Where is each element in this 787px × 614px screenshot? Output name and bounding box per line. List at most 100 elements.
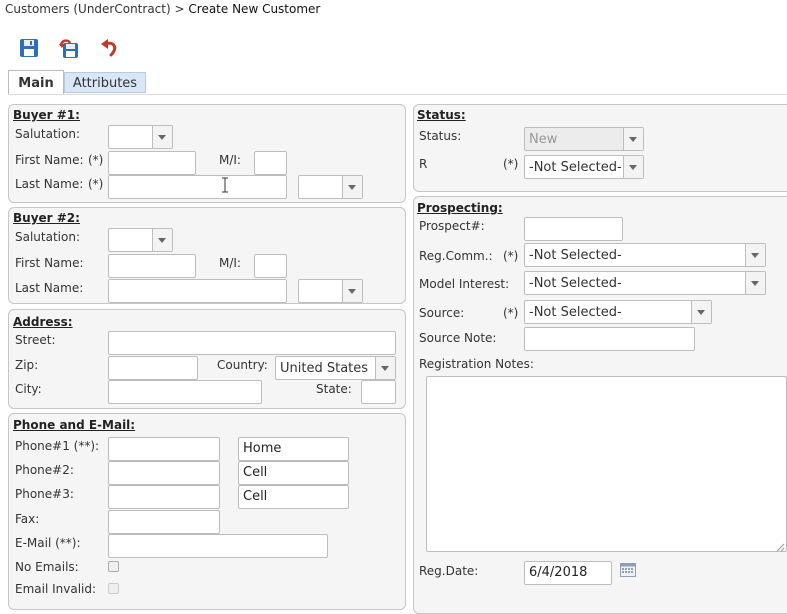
r-label: R (419, 157, 428, 171)
address-title: Address: (13, 315, 73, 329)
chevron-down-icon (745, 272, 765, 294)
reg-comm-label: Reg.Comm.: (419, 249, 493, 263)
save-close-icon (59, 39, 78, 58)
email-input[interactable] (108, 534, 328, 558)
email-invalid-label: Email Invalid: (15, 582, 97, 596)
zip-label: Zip: (15, 358, 39, 372)
breadcrumb-current: Create New Customer (188, 2, 321, 16)
buyer1-suffix-select[interactable] (298, 175, 363, 199)
chevron-down-icon (691, 301, 711, 323)
buyer1-last-name-input[interactable] (108, 175, 287, 199)
phone2-input[interactable] (108, 461, 220, 485)
phone-email-title: Phone and E-Mail: (13, 418, 136, 432)
phone3-label: Phone#3: (15, 487, 74, 501)
status-title: Status: (417, 108, 466, 122)
source-note-label: Source Note: (419, 331, 497, 345)
reg-date-label: Reg.Date: (419, 564, 479, 578)
tab-main[interactable]: Main (8, 70, 64, 94)
save-icon (20, 39, 38, 57)
buyer1-last-name-required: (*) (88, 177, 104, 191)
model-interest-value: -Not Selected- (529, 276, 622, 291)
buyer2-mi-input[interactable] (254, 254, 287, 278)
no-emails-checkbox[interactable] (108, 561, 119, 572)
breadcrumb: Customers (UnderContract) > Create New C… (5, 2, 320, 16)
buyer1-mi-label: M/I: (219, 153, 241, 167)
breadcrumb-separator: > (174, 2, 185, 16)
buyer1-salutation-select[interactable] (108, 125, 173, 149)
buyer2-first-name-input[interactable] (108, 254, 196, 278)
buyer1-first-name-label: First Name: (15, 153, 84, 167)
prospecting-title: Prospecting: (417, 201, 503, 215)
undo-button[interactable] (99, 37, 121, 59)
text-cursor-icon (221, 177, 229, 193)
reg-comm-select[interactable]: -Not Selected- (524, 243, 766, 267)
save-button[interactable] (18, 37, 40, 59)
status-select: New (524, 127, 644, 151)
street-label: Street: (15, 333, 56, 347)
email-label: E-Mail (**): (15, 536, 81, 550)
r-select[interactable]: -Not Selected- (524, 155, 644, 179)
buyer2-last-name-label: Last Name: (15, 281, 84, 295)
registration-notes-textarea[interactable] (426, 376, 787, 552)
phone2-type-input[interactable]: Cell (238, 461, 349, 485)
resize-handle-icon[interactable] (776, 541, 785, 552)
save-close-button[interactable] (58, 37, 80, 59)
model-interest-select[interactable]: -Not Selected- (524, 271, 766, 295)
street-input[interactable] (108, 331, 396, 355)
buyer1-mi-input[interactable] (254, 151, 287, 175)
buyer1-salutation-label: Salutation: (15, 127, 80, 141)
status-value: New (529, 132, 558, 147)
reg-comm-value: -Not Selected- (529, 248, 622, 263)
city-label: City: (15, 382, 42, 396)
city-input[interactable] (108, 380, 262, 404)
state-label: State: (316, 382, 352, 396)
model-interest-label: Model Interest: (419, 277, 510, 291)
phone1-label: Phone#1 (**): (15, 439, 100, 453)
phone3-type-input[interactable]: Cell (238, 485, 349, 509)
reg-date-input[interactable]: 6/4/2018 (524, 561, 612, 585)
source-label: Source: (419, 306, 465, 320)
tab-attributes[interactable]: Attributes (64, 72, 146, 93)
prospect-number-label: Prospect#: (419, 219, 485, 233)
buyer1-last-name-label: Last Name: (15, 177, 84, 191)
prospect-number-input[interactable] (524, 217, 623, 241)
source-note-input[interactable] (524, 327, 695, 351)
chevron-down-icon (745, 244, 765, 266)
chevron-down-icon (623, 156, 643, 178)
state-input[interactable] (361, 380, 396, 404)
buyer2-mi-label: M/I: (219, 256, 241, 270)
chevron-down-icon (623, 128, 643, 150)
phone2-label: Phone#2: (15, 463, 74, 477)
buyer2-salutation-select[interactable] (108, 228, 173, 252)
registration-notes-label: Registration Notes: (419, 357, 534, 371)
chevron-down-icon (152, 126, 172, 148)
source-value: -Not Selected- (529, 305, 622, 320)
chevron-down-icon (152, 229, 172, 251)
buyer1-first-name-required: (*) (88, 153, 104, 167)
no-emails-label: No Emails: (15, 560, 79, 574)
buyer2-salutation-label: Salutation: (15, 230, 80, 244)
source-select[interactable]: -Not Selected- (524, 300, 712, 324)
chevron-down-icon (342, 280, 362, 302)
country-select[interactable]: United States (275, 356, 396, 380)
phone1-type-input[interactable]: Home (238, 437, 349, 461)
r-required: (*) (503, 157, 519, 171)
chevron-down-icon (342, 176, 362, 198)
zip-input[interactable] (108, 356, 198, 380)
phone3-input[interactable] (108, 485, 220, 509)
buyer2-suffix-select[interactable] (298, 279, 363, 303)
phone1-input[interactable] (108, 437, 220, 461)
source-required: (*) (503, 306, 519, 320)
fax-input[interactable] (108, 510, 220, 534)
undo-icon (101, 39, 117, 57)
buyer1-first-name-input[interactable] (108, 151, 196, 175)
buyer2-title: Buyer #2: (13, 211, 80, 225)
calendar-icon[interactable] (620, 563, 636, 577)
reg-comm-required: (*) (503, 249, 519, 263)
email-invalid-checkbox (108, 583, 119, 594)
country-value: United States (280, 361, 369, 376)
status-label: Status: (419, 129, 462, 143)
r-value: -Not Selected- (529, 160, 622, 175)
breadcrumb-parent[interactable]: Customers (UnderContract) (5, 2, 171, 16)
buyer2-last-name-input[interactable] (108, 279, 287, 303)
